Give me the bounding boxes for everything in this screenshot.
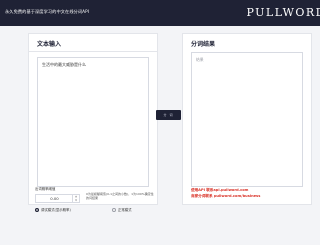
business-contact-text[interactable]: 商家分词联系 pullword.com/business (191, 194, 260, 199)
radio-checked-icon[interactable] (35, 208, 39, 212)
brand-logo-text[interactable]: PULLWORD (246, 6, 320, 19)
header-tagline: 永久免费的基于深度学习的中文在线分词API (5, 9, 90, 14)
radio-normal-mode[interactable]: 正常模式 (112, 208, 132, 213)
input-panel-divider (29, 51, 157, 52)
top-header-bar: 永久免费的基于深度学习的中文在线分词API PULLWORD (0, 0, 320, 26)
radio-normal-label: 正常模式 (118, 208, 132, 212)
threshold-label: 出词概率阈值 (35, 187, 56, 191)
result-output-area[interactable]: 结果 (191, 52, 303, 187)
segment-result-panel: 分词结果 结果 使用API 联系api.pullword.com 商家分词联系 … (182, 33, 312, 205)
stepper-arrows-icon[interactable]: ▲ ▼ (72, 195, 79, 202)
input-panel-title: 文本输入 (37, 41, 62, 48)
radio-debug-mode[interactable]: 调试模式(显示概率) (35, 208, 71, 213)
text-input-area[interactable]: 生活中的最大威胁是什么 (37, 57, 149, 187)
threshold-value[interactable]: 0.00 (36, 195, 73, 202)
radio-unchecked-icon[interactable] (112, 208, 116, 212)
text-input-panel: 文本输入 生活中的最大威胁是什么 (28, 33, 158, 205)
radio-debug-label: 调试模式(显示概率) (41, 208, 71, 212)
threshold-stepper[interactable]: 0.00 ▲ ▼ (35, 194, 80, 203)
threshold-note: 0为最模糊阈值(0-1之间的小数)，1为100%确定性的词结果 (86, 192, 154, 200)
segment-button[interactable]: 分 词 (156, 110, 181, 120)
result-panel-title: 分词结果 (191, 41, 216, 48)
api-contact-text[interactable]: 使用API 联系api.pullword.com (191, 188, 248, 193)
